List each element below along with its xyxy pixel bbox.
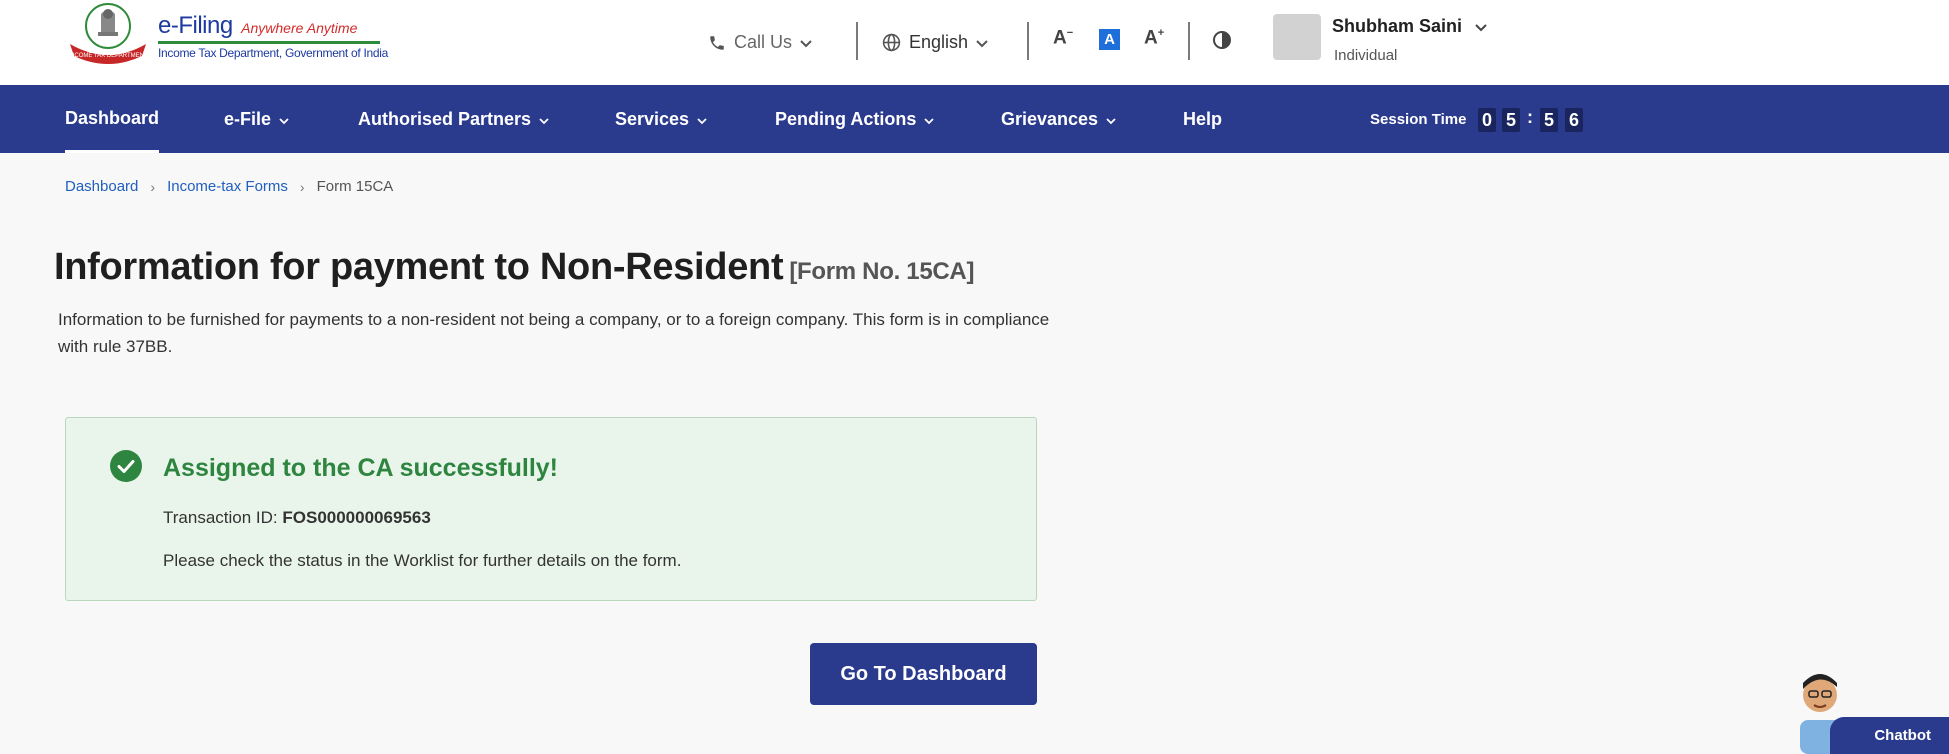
language-dropdown[interactable]: English [882, 0, 988, 85]
chatbot-widget[interactable]: Chatbot [1790, 665, 1949, 754]
chevron-right-icon: › [299, 178, 305, 195]
breadcrumb: Dashboard › Income-tax Forms › Form 15CA [65, 178, 393, 195]
breadcrumb-current: Form 15CA [316, 178, 394, 195]
nav-services[interactable]: Services [615, 85, 707, 153]
session-digit: 6 [1565, 108, 1583, 132]
success-note: Please check the status in the Worklist … [163, 551, 682, 570]
avatar[interactable] [1273, 14, 1321, 60]
transaction-id-value: FOS000000069563 [282, 508, 431, 527]
go-to-dashboard-button[interactable]: Go To Dashboard [810, 643, 1037, 705]
chevron-down-icon [976, 32, 988, 53]
top-header: INCOME TAX DEPARTMENT e-Filing Anywhere … [0, 0, 1949, 85]
main-nav: Dashboard e-File Authorised Partners Ser… [0, 85, 1949, 153]
brand-tagline: Anywhere Anytime [241, 20, 358, 36]
session-digit: 5 [1540, 108, 1558, 132]
user-role: Individual [1334, 47, 1398, 64]
transaction-id-label: Transaction ID: [163, 508, 278, 527]
page-description: Information to be furnished for payments… [58, 310, 1050, 356]
chevron-right-icon: › [150, 178, 156, 195]
brand-subtitle: Income Tax Department, Government of Ind… [158, 46, 388, 60]
chevron-down-icon [697, 85, 707, 153]
font-decrease-button[interactable]: A− [1053, 27, 1073, 49]
breadcrumb-dashboard[interactable]: Dashboard [65, 178, 138, 195]
success-message-box: Assigned to the CA successfully! Transac… [65, 417, 1037, 601]
efiling-logo[interactable]: INCOME TAX DEPARTMENT e-Filing Anywhere … [64, 2, 388, 64]
call-us-label: Call Us [734, 32, 793, 52]
chatbot-label: Chatbot [1830, 717, 1949, 754]
chevron-down-icon [800, 32, 812, 53]
chevron-down-icon [924, 85, 934, 153]
breadcrumb-income-tax-forms[interactable]: Income-tax Forms [167, 178, 288, 195]
font-default-button[interactable]: A [1099, 29, 1120, 50]
session-digit: 0 [1478, 108, 1496, 132]
svg-text:INCOME TAX DEPARTMENT: INCOME TAX DEPARTMENT [68, 53, 148, 59]
nav-efile[interactable]: e-File [224, 85, 289, 153]
transaction-id: Transaction ID: FOS000000069563 [163, 508, 431, 528]
check-circle-icon [110, 450, 142, 482]
form-number: [Form No. 15CA] [789, 258, 975, 285]
brand-underline [158, 41, 380, 44]
nav-dashboard[interactable]: Dashboard [65, 85, 160, 153]
user-menu[interactable]: Shubham Saini [1332, 16, 1487, 37]
chevron-down-icon [279, 85, 289, 153]
nav-authorised-partners[interactable]: Authorised Partners [358, 85, 549, 153]
phone-icon [708, 34, 726, 52]
chevron-down-icon [1475, 16, 1487, 37]
success-title: Assigned to the CA successfully! [163, 454, 558, 482]
session-digit: 5 [1502, 108, 1520, 132]
user-name: Shubham Saini [1332, 16, 1463, 36]
chevron-down-icon [539, 85, 549, 153]
session-colon: : [1527, 107, 1533, 127]
session-time-label: Session Time [1370, 110, 1467, 128]
emblem-icon: INCOME TAX DEPARTMENT [64, 2, 152, 64]
language-label: English [909, 32, 969, 52]
nav-help[interactable]: Help [1183, 85, 1222, 153]
nav-grievances[interactable]: Grievances [1001, 85, 1116, 153]
chevron-down-icon [1106, 85, 1116, 153]
divider [1027, 22, 1029, 60]
brand-name: e-Filing [158, 12, 233, 39]
globe-icon [882, 33, 901, 52]
nav-pending-actions[interactable]: Pending Actions [775, 85, 934, 153]
call-us-dropdown[interactable]: Call Us [708, 0, 812, 85]
font-increase-button[interactable]: A+ [1144, 27, 1164, 49]
divider [856, 22, 858, 60]
divider [1188, 22, 1190, 60]
page-title: Information for payment to Non-Resident[… [54, 246, 975, 288]
contrast-toggle-icon[interactable] [1212, 30, 1232, 55]
